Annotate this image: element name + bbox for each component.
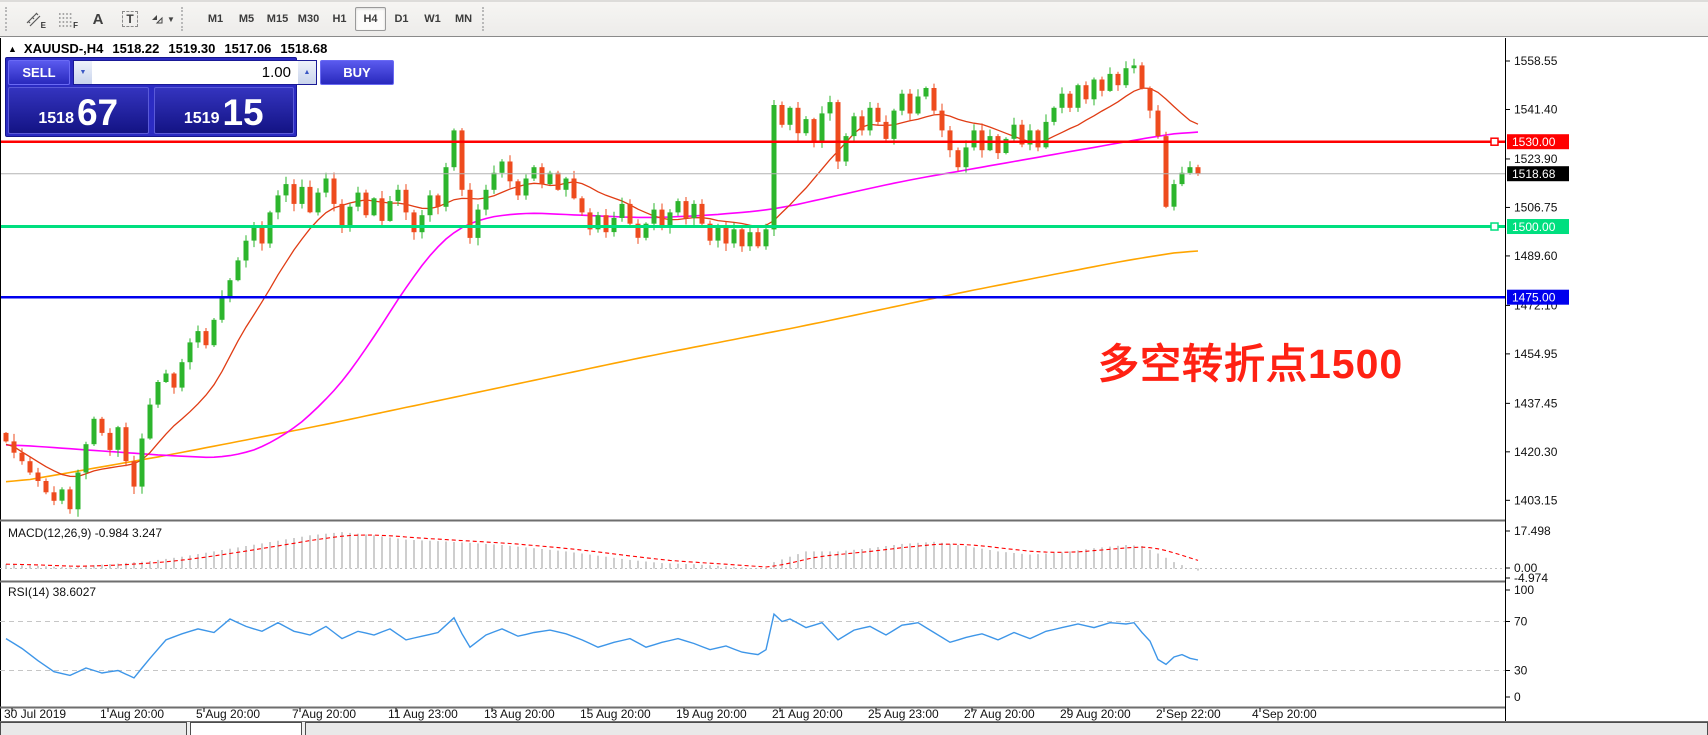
buy-price-small: 1519 <box>184 109 220 129</box>
time-label: 11 Aug 23:00 <box>388 707 458 721</box>
price-line-label: 1475.00 <box>1512 291 1556 305</box>
time-label: 27 Aug 20:00 <box>964 707 1035 721</box>
sell-price-big: 67 <box>77 96 118 129</box>
ohlc-low: 1517.06 <box>224 41 271 56</box>
macd-indicator-label: MACD(12,26,9) -0.984 3.247 <box>8 526 162 540</box>
time-label: 1 Aug 20:00 <box>100 707 164 721</box>
volume-decrease-button[interactable]: ▼ <box>74 61 92 84</box>
price-tick-label: 1523.90 <box>1514 152 1558 166</box>
ohlc-close: 1518.68 <box>280 41 327 56</box>
rsi-axis-label: 0 <box>1514 690 1521 704</box>
time-label: 7 Aug 20:00 <box>292 707 356 721</box>
time-label: 25 Aug 23:00 <box>868 707 939 721</box>
chart-window-tab[interactable] <box>0 722 187 735</box>
buy-price-big: 15 <box>222 96 263 129</box>
price-tick-label: 1558.55 <box>1514 54 1558 68</box>
chart-tab-strip <box>0 722 1708 735</box>
price-tick-label: 1506.75 <box>1514 200 1558 214</box>
time-label: 19 Aug 20:00 <box>676 707 747 721</box>
symbol-bar: ▲ XAUUSD-,H4 1518.22 1519.30 1517.06 151… <box>8 41 327 56</box>
ohlc-high: 1519.30 <box>168 41 215 56</box>
price-tick-label: 1437.45 <box>1514 396 1558 410</box>
time-label: 29 Aug 20:00 <box>1060 707 1131 721</box>
chart-annotation-text: 多空转折点1500 <box>1098 330 1403 390</box>
one-click-trade-panel: SELL ▼ ▲ BUY 1518 67 1519 15 <box>5 57 297 137</box>
rsi-axis-label: 100 <box>1514 583 1534 597</box>
rsi-axis-label: 30 <box>1514 664 1528 678</box>
time-label: 30 Jul 2019 <box>4 707 66 721</box>
time-label: 4 Sep 20:00 <box>1252 707 1317 721</box>
price-line-label: 1518.68 <box>1512 167 1556 181</box>
symbol-name: XAUUSD-,H4 <box>24 41 103 56</box>
time-label: 13 Aug 20:00 <box>484 707 555 721</box>
volume-input[interactable] <box>92 61 298 84</box>
price-tick-label: 1420.30 <box>1514 445 1558 459</box>
time-label: 2 Sep 22:00 <box>1156 707 1221 721</box>
time-label: 15 Aug 20:00 <box>580 707 651 721</box>
price-tick-label: 1454.95 <box>1514 347 1558 361</box>
price-tick-label: 1541.40 <box>1514 102 1558 116</box>
buy-button[interactable]: BUY <box>320 60 394 85</box>
time-label: 21 Aug 20:00 <box>772 707 843 721</box>
collapse-icon[interactable]: ▲ <box>8 44 17 54</box>
price-tick-label: 1403.15 <box>1514 493 1558 507</box>
buy-price-button[interactable]: 1519 15 <box>154 87 295 134</box>
chart-window-tab[interactable] <box>305 722 1708 735</box>
price-line-label: 1530.00 <box>1512 135 1556 149</box>
volume-increase-button[interactable]: ▲ <box>298 61 316 84</box>
price-line-label: 1500.00 <box>1512 220 1556 234</box>
macd-axis-label: 17.498 <box>1514 524 1551 538</box>
ohlc-open: 1518.22 <box>112 41 159 56</box>
sell-price-small: 1518 <box>38 109 74 129</box>
rsi-indicator-label: RSI(14) 38.6027 <box>8 585 96 599</box>
chart-window-tab-active[interactable] <box>190 722 302 735</box>
rsi-axis-label: 70 <box>1514 615 1528 629</box>
price-tick-label: 1489.60 <box>1514 249 1558 263</box>
sell-button[interactable]: SELL <box>8 60 70 85</box>
volume-stepper: ▼ ▲ <box>73 60 317 85</box>
sell-price-button[interactable]: 1518 67 <box>8 87 149 134</box>
mt4-window: E F A T ▼ M1M5M15M30H1H4D1W1MN 1558.5515… <box>0 0 1708 735</box>
time-label: 5 Aug 20:00 <box>196 707 260 721</box>
